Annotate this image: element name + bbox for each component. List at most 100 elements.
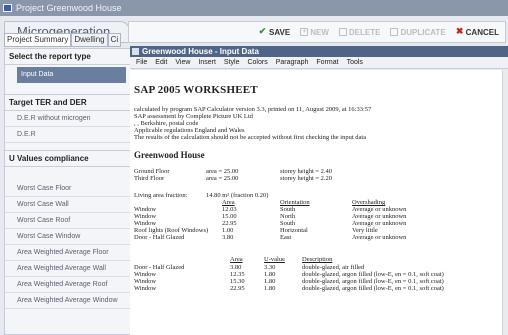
table-cell: 12.35 bbox=[230, 271, 245, 278]
worksheet-heading: SAP 2005 WORKSHEET bbox=[134, 84, 258, 96]
house-heading: Greenwood House bbox=[134, 150, 205, 160]
text-line: Applicable regulations England and Wales bbox=[134, 127, 245, 134]
menu-style[interactable]: Style bbox=[224, 57, 240, 68]
duplicate-button[interactable]: DUPLICATE bbox=[390, 28, 446, 37]
table-cell: double-glazed, argon filled (low-E, en =… bbox=[302, 285, 444, 292]
toolbar: ✔ SAVE + NEW DELETE DUPLICATE ✖ CANCEL bbox=[128, 21, 506, 43]
new-button[interactable]: + NEW bbox=[300, 28, 329, 37]
tab-strip: Project Summary Dwelling Ci bbox=[4, 33, 133, 47]
tab-project-summary[interactable]: Project Summary bbox=[4, 33, 72, 47]
nav-der-without-microgen[interactable]: D.E.R without microgen bbox=[5, 111, 132, 127]
table-cell: 15.00 bbox=[222, 213, 237, 220]
close-icon: ✖ bbox=[455, 26, 464, 36]
nav-der[interactable]: D.E.R bbox=[5, 127, 132, 143]
document-body[interactable]: SAP 2005 WORKSHEET calculated by program… bbox=[130, 70, 508, 335]
duplicate-icon bbox=[390, 28, 399, 36]
nav-awa-floor[interactable]: Area Weighted Average Floor bbox=[5, 245, 132, 261]
menu-tools[interactable]: Tools bbox=[347, 57, 363, 68]
document-menu-bar: File Edit View Insert Style Colors Parag… bbox=[130, 57, 508, 69]
tab-dwelling[interactable]: Dwelling bbox=[71, 33, 108, 47]
check-icon: ✔ bbox=[258, 26, 267, 36]
report-sidebar: Select the report type Input Data Target… bbox=[4, 48, 133, 335]
uvalues-heading: U Values compliance bbox=[5, 151, 132, 167]
table-cell: Window bbox=[134, 285, 157, 292]
col-header-area: Area bbox=[230, 256, 243, 263]
floor-height: storey height = 2.20 bbox=[280, 175, 333, 182]
menu-edit[interactable]: Edit bbox=[155, 57, 167, 68]
menu-colors[interactable]: Colors bbox=[247, 57, 267, 68]
text-line: The results of the calculation should no… bbox=[134, 134, 367, 141]
divider bbox=[5, 143, 132, 151]
nav-awa-window[interactable]: Area Weighted Average Window bbox=[5, 293, 132, 309]
table-cell: Average or unknown bbox=[352, 206, 407, 213]
delete-icon bbox=[338, 28, 347, 36]
table-cell: East bbox=[280, 234, 292, 241]
table-cell: Window bbox=[134, 271, 157, 278]
ter-heading: Target TER and DER bbox=[5, 95, 132, 111]
table-cell: 22.95 bbox=[230, 285, 245, 292]
tab-ci[interactable]: Ci bbox=[107, 33, 122, 47]
text-line: calculated by program SAP Calculator ver… bbox=[134, 106, 372, 113]
table-cell: 1.80 bbox=[264, 285, 276, 292]
table-cell: Horizontal bbox=[280, 227, 308, 234]
document-icon bbox=[132, 48, 139, 55]
app-icon bbox=[3, 4, 12, 12]
report-type-heading: Select the report type bbox=[5, 49, 132, 65]
menu-file[interactable]: File bbox=[136, 57, 147, 68]
text-line: , , Berkshire, postal code bbox=[134, 120, 199, 127]
floor-name: Third Floor bbox=[134, 175, 165, 182]
table-cell: Window bbox=[134, 213, 157, 220]
col-header-area: Area bbox=[222, 199, 235, 206]
save-button[interactable]: ✔ SAVE bbox=[258, 26, 290, 37]
table-cell: Window bbox=[134, 220, 157, 227]
table-cell: 12.03 bbox=[222, 206, 237, 213]
table-cell: 3.80 bbox=[230, 264, 242, 271]
document-title-bar: Greenwood House - Input Data bbox=[130, 46, 508, 57]
living-area-value: 14.80 m² (fraction 0.20) bbox=[206, 192, 269, 199]
nav-worst-case-floor[interactable]: Worst Case Floor bbox=[5, 181, 132, 197]
nav-awa-wall[interactable]: Area Weighted Average Wall bbox=[5, 261, 132, 277]
floor-name: Ground Floor bbox=[134, 168, 170, 175]
menu-paragraph[interactable]: Paragraph bbox=[276, 57, 309, 68]
document-scrollbar[interactable] bbox=[502, 70, 508, 335]
divider bbox=[5, 87, 132, 95]
delete-button[interactable]: DELETE bbox=[338, 28, 380, 37]
table-cell: double-glazed, argon filled (low-E, en =… bbox=[302, 271, 444, 278]
floor-area: area = 25.00 bbox=[206, 168, 239, 175]
living-area-label: Living area fraction: bbox=[134, 192, 188, 199]
table-cell: 3.80 bbox=[222, 234, 234, 241]
menu-insert[interactable]: Insert bbox=[198, 57, 216, 68]
menu-format[interactable]: Format bbox=[316, 57, 338, 68]
table-cell: Average or unknown bbox=[352, 213, 407, 220]
text-line: SAP assessment by Complete Picture UK Lt… bbox=[134, 113, 253, 120]
table-cell: 1.00 bbox=[222, 227, 234, 234]
table-cell: 3.30 bbox=[264, 264, 276, 271]
floor-height: storey height = 2.40 bbox=[280, 168, 333, 175]
menu-view[interactable]: View bbox=[175, 57, 190, 68]
table-cell: North bbox=[280, 213, 296, 220]
nav-worst-case-window[interactable]: Worst Case Window bbox=[5, 229, 132, 245]
nav-input-data[interactable]: Input Data bbox=[17, 67, 126, 83]
window-title: Project Greenwood House bbox=[16, 3, 122, 13]
table-cell: Window bbox=[134, 278, 157, 285]
nav-awa-roof[interactable]: Area Weighted Average Roof bbox=[5, 277, 132, 293]
table-cell: Average or unknown bbox=[352, 234, 407, 241]
floor-area: area = 25.00 bbox=[206, 175, 239, 182]
document-title: Greenwood House - Input Data bbox=[142, 47, 259, 56]
col-header-uvalue: U-value bbox=[264, 256, 285, 263]
cancel-button[interactable]: ✖ CANCEL bbox=[455, 26, 499, 37]
col-header-description: Description bbox=[302, 256, 333, 263]
table-cell: 1.80 bbox=[264, 271, 276, 278]
nav-worst-case-wall[interactable]: Worst Case Wall bbox=[5, 197, 132, 213]
table-cell: Window bbox=[134, 206, 157, 213]
col-header-overshading: Overshading bbox=[352, 199, 386, 206]
table-cell: Very little bbox=[352, 227, 378, 234]
table-cell: 1.80 bbox=[264, 278, 276, 285]
table-cell: South bbox=[280, 220, 296, 227]
col-header-orientation: Orientation bbox=[280, 199, 310, 206]
table-cell: Roof lights (Roof Windows) bbox=[134, 227, 209, 234]
table-cell: Door - Half Glazed bbox=[134, 234, 185, 241]
nav-worst-case-roof[interactable]: Worst Case Roof bbox=[5, 213, 132, 229]
table-cell: 15.30 bbox=[230, 278, 245, 285]
table-cell: Average or unknown bbox=[352, 220, 407, 227]
